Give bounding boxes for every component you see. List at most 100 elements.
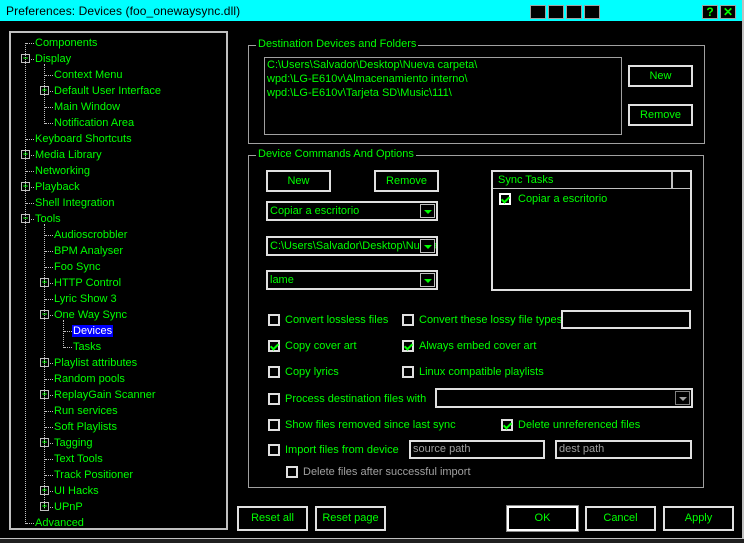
tree-connector-line: [64, 347, 72, 348]
reset-page-button[interactable]: Reset page: [315, 506, 386, 531]
chevron-down-icon[interactable]: [420, 273, 435, 287]
checkbox-icon[interactable]: [268, 366, 280, 378]
tree-item[interactable]: Media Library: [34, 147, 103, 163]
tree-item-label: Tools: [35, 213, 61, 225]
checkbox-icon[interactable]: [286, 466, 298, 478]
checkbox-icon[interactable]: [268, 444, 280, 456]
destination-path-item[interactable]: wpd:\LG-E610v\Almacenamiento interno\: [265, 72, 621, 86]
tree-connector-line: [45, 75, 53, 76]
cancel-button[interactable]: Cancel: [585, 506, 656, 531]
tree-connector-line: [45, 235, 53, 236]
chevron-down-icon[interactable]: [420, 204, 435, 218]
checkbox-checked-icon[interactable]: [501, 419, 513, 431]
tree-item[interactable]: Shell Integration: [34, 195, 116, 211]
help-button[interactable]: ?: [702, 5, 718, 19]
encoder-select[interactable]: lame: [266, 270, 438, 290]
tree-item[interactable]: BPM Analyser: [53, 243, 124, 259]
process-destination-select[interactable]: [435, 388, 693, 408]
preferences-tree[interactable]: Components − Display Context Menu + Default U…: [9, 31, 228, 530]
tree-item[interactable]: Components: [34, 35, 98, 51]
tree-item[interactable]: Keyboard Shortcuts: [34, 131, 133, 147]
tree-item[interactable]: Audioscrobbler: [53, 227, 128, 243]
tree-item[interactable]: Text Tools: [53, 451, 104, 467]
tree-item[interactable]: Main Window: [53, 99, 121, 115]
tree-item[interactable]: UPnP: [53, 499, 84, 515]
delete-after-import-label: Delete files after successful import: [303, 466, 471, 478]
command-select[interactable]: Copiar a escritorio: [266, 201, 438, 221]
destination-path-item[interactable]: C:\Users\Salvador\Desktop\Nueva carpeta\: [265, 58, 621, 72]
tree-item[interactable]: Advanced: [34, 515, 85, 528]
ok-button[interactable]: OK: [506, 505, 579, 532]
tree-item[interactable]: Notification Area: [53, 115, 135, 131]
tree-item-label: UPnP: [54, 501, 83, 513]
destination-new-button[interactable]: New: [628, 65, 693, 87]
import-files-label: Import files from device: [285, 444, 399, 456]
tree-item[interactable]: Playback: [34, 179, 81, 195]
checkbox-checked-icon[interactable]: [499, 193, 511, 205]
tree-item[interactable]: Tagging: [53, 435, 94, 451]
chevron-down-icon[interactable]: [420, 239, 435, 253]
source-path-input[interactable]: source path: [409, 440, 545, 459]
tree-item[interactable]: Foo Sync: [53, 259, 101, 275]
destinations-group: Destination Devices and Folders C:\Users…: [248, 38, 705, 144]
tree-item[interactable]: Track Positioner: [53, 467, 134, 483]
tree-item[interactable]: Default User Interface: [53, 83, 162, 99]
preferences-window: Preferences: Devices (foo_onewaysync.dll…: [0, 0, 744, 543]
tree-item[interactable]: Tasks: [72, 339, 102, 355]
tree-item-label: Display: [35, 53, 72, 65]
command-new-button[interactable]: New: [266, 170, 331, 192]
command-select-value: Copiar a escritorio: [270, 205, 360, 217]
destination-select[interactable]: C:\Users\Salvador\Desktop\Nueva carpeta\: [266, 236, 438, 256]
checkbox-checked-icon[interactable]: [402, 340, 414, 352]
tree-item[interactable]: One Way Sync: [53, 307, 128, 323]
chevron-down-icon[interactable]: [675, 391, 690, 405]
tree-item-label: Random pools: [54, 373, 125, 385]
device-commands-group-label: Device Commands And Options: [256, 148, 416, 160]
tree-item[interactable]: HTTP Control: [53, 275, 122, 291]
close-button[interactable]: ✕: [720, 5, 736, 19]
tree-item[interactable]: Lyric Show 3: [53, 291, 118, 307]
tree-connector-line: [25, 43, 26, 524]
titlebar-placeholder-box: [530, 5, 546, 19]
tree-item[interactable]: UI Hacks: [53, 483, 100, 499]
lossy-types-input[interactable]: [561, 310, 691, 329]
destination-path-item[interactable]: wpd:\LG-E610v\Tarjeta SD\Music\111\: [265, 86, 621, 100]
command-remove-button[interactable]: Remove: [374, 170, 439, 192]
checkbox-icon[interactable]: [402, 366, 414, 378]
device-commands-group: Device Commands And Options New Remove C…: [248, 148, 704, 488]
dest-path-input[interactable]: dest path: [555, 440, 692, 459]
titlebar-placeholder-box: [584, 5, 600, 19]
checkbox-icon[interactable]: [402, 314, 414, 326]
tree-item[interactable]: Devices: [72, 323, 114, 339]
tree-item-label: Playback: [35, 181, 80, 193]
tree-item[interactable]: Playlist attributes: [53, 355, 138, 371]
tree-connector-line: [45, 411, 53, 412]
tree-item[interactable]: Display: [34, 51, 72, 67]
tree-item[interactable]: Context Menu: [53, 67, 123, 83]
destinations-list[interactable]: C:\Users\Salvador\Desktop\Nueva carpeta\…: [264, 57, 622, 135]
tree-item[interactable]: Networking: [34, 163, 91, 179]
delete-unreferenced-label: Delete unreferenced files: [518, 419, 641, 431]
tree-item[interactable]: Soft Playlists: [53, 419, 118, 435]
apply-button[interactable]: Apply: [663, 506, 734, 531]
tree-item-label: Audioscrobbler: [54, 229, 128, 241]
sync-tasks-column-header[interactable]: Sync Tasks: [493, 172, 673, 188]
checkbox-icon[interactable]: [268, 314, 280, 326]
reset-all-button[interactable]: Reset all: [237, 506, 308, 531]
tree-connector-line: [45, 251, 53, 252]
tree-item-label: Text Tools: [54, 453, 103, 465]
tree-item[interactable]: Run services: [53, 403, 119, 419]
process-destination-label: Process destination files with: [285, 393, 427, 405]
tree-item[interactable]: Random pools: [53, 371, 126, 387]
checkbox-icon[interactable]: [268, 393, 280, 405]
tree-connector-line: [26, 139, 34, 140]
checkbox-checked-icon[interactable]: [268, 340, 280, 352]
tree-item[interactable]: Tools: [34, 211, 62, 227]
checkbox-icon[interactable]: [268, 419, 280, 431]
sync-tasks-list[interactable]: Sync Tasks Copiar a escritorio: [491, 170, 692, 291]
tree-item-label: Playlist attributes: [54, 357, 138, 369]
tree-item[interactable]: ReplayGain Scanner: [53, 387, 157, 403]
tree-connector-line: [45, 379, 53, 380]
title-bar[interactable]: Preferences: Devices (foo_onewaysync.dll…: [0, 0, 742, 22]
destination-remove-button[interactable]: Remove: [628, 104, 693, 126]
